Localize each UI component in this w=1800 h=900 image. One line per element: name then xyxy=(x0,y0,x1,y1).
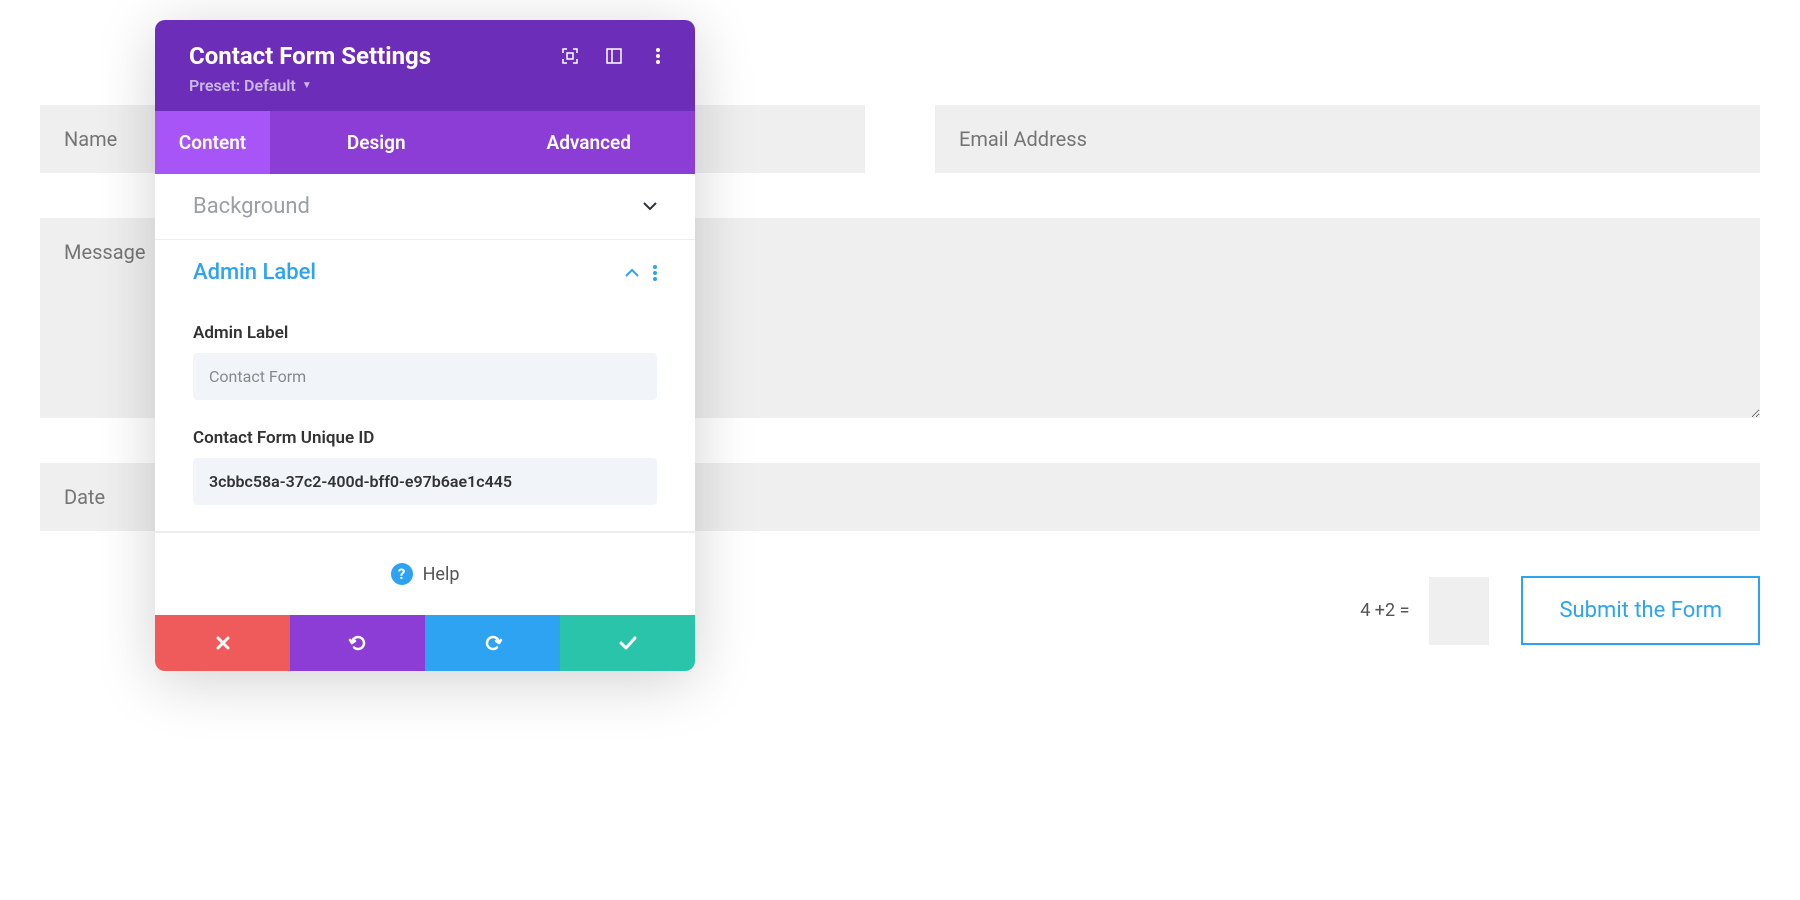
close-icon xyxy=(215,635,231,651)
preset-selector[interactable]: Preset: Default ▼ xyxy=(189,76,667,95)
submit-button[interactable]: Submit the Form xyxy=(1521,576,1760,645)
admin-label-input[interactable] xyxy=(193,353,657,400)
cancel-button[interactable] xyxy=(155,615,290,671)
help-label: Help xyxy=(423,564,460,585)
unique-id-input[interactable] xyxy=(193,458,657,505)
redo-icon xyxy=(483,633,503,653)
captcha-input[interactable] xyxy=(1429,577,1489,645)
undo-button[interactable] xyxy=(290,615,425,671)
section-background-title: Background xyxy=(193,194,310,219)
panel-title: Contact Form Settings xyxy=(189,42,431,70)
section-options-icon[interactable] xyxy=(653,265,657,281)
check-icon xyxy=(619,636,637,650)
more-icon[interactable] xyxy=(649,47,667,65)
tab-design[interactable]: Design xyxy=(270,111,483,174)
tab-advanced[interactable]: Advanced xyxy=(483,111,696,174)
help-icon: ? xyxy=(391,563,413,585)
admin-label-field-label: Admin Label xyxy=(193,323,657,343)
chevron-down-icon xyxy=(643,202,657,211)
panel-footer xyxy=(155,615,695,671)
expand-icon[interactable] xyxy=(561,47,579,65)
section-admin-label-toggle[interactable]: Admin Label xyxy=(155,240,695,305)
preset-label: Preset: Default xyxy=(189,76,296,95)
settings-panel: Contact Form Settings Preset: Default ▼ … xyxy=(155,20,695,671)
panel-tabs: Content Design Advanced xyxy=(155,111,695,174)
panel-body: Background Admin Label Admin xyxy=(155,174,695,615)
tab-content[interactable]: Content xyxy=(155,111,270,174)
captcha-label: 4 +2 = xyxy=(1360,600,1409,621)
panel-header: Contact Form Settings Preset: Default ▼ xyxy=(155,20,695,111)
redo-button[interactable] xyxy=(425,615,560,671)
unique-id-field-label: Contact Form Unique ID xyxy=(193,428,657,448)
chevron-up-icon xyxy=(625,268,639,277)
chevron-down-icon: ▼ xyxy=(302,80,312,91)
section-admin-label-title: Admin Label xyxy=(193,260,316,285)
undo-icon xyxy=(348,633,368,653)
drag-icon[interactable] xyxy=(605,47,623,65)
help-row[interactable]: ? Help xyxy=(155,532,695,615)
email-input[interactable] xyxy=(935,105,1760,173)
save-button[interactable] xyxy=(560,615,695,671)
section-background-toggle[interactable]: Background xyxy=(155,174,695,239)
